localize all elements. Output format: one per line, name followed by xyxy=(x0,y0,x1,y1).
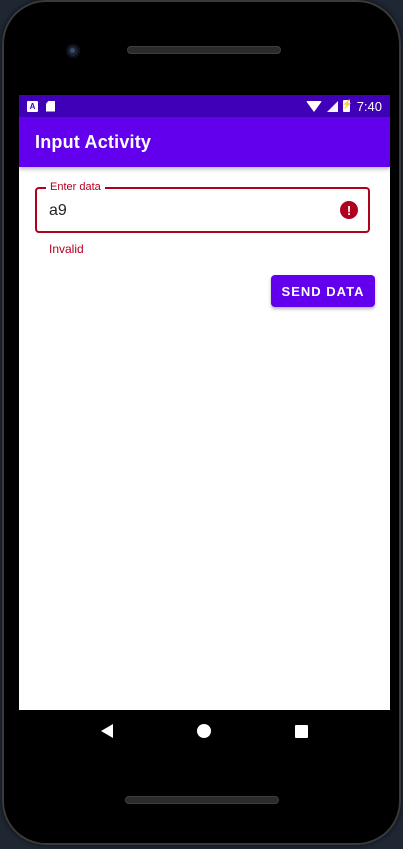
status-time: 7:40 xyxy=(356,98,382,114)
page-title: Input Activity xyxy=(35,131,152,152)
device-screen: A 7:40 Input Activity Enter data a9 ! In… xyxy=(19,95,390,710)
error-helper-text: Invalid xyxy=(49,242,84,256)
send-data-button[interactable]: SEND DATA xyxy=(271,275,375,307)
front-camera-icon xyxy=(66,44,80,58)
top-speaker xyxy=(127,46,281,54)
status-bar: A 7:40 xyxy=(19,95,390,117)
error-icon: ! xyxy=(340,201,358,219)
data-input-field[interactable]: Enter data a9 ! xyxy=(35,181,370,233)
notification-a-icon: A xyxy=(27,100,38,112)
battery-charging-icon xyxy=(342,99,353,112)
app-bar: Input Activity xyxy=(19,117,390,167)
system-nav-bar xyxy=(19,710,390,752)
sd-card-icon xyxy=(46,100,55,112)
main-content: Enter data a9 ! Invalid SEND DATA xyxy=(19,167,390,710)
background-ide-text-bottom xyxy=(0,838,403,849)
data-input-value[interactable]: a9 xyxy=(49,202,67,220)
recent-apps-icon[interactable] xyxy=(295,724,308,738)
bottom-speaker xyxy=(125,796,279,804)
back-icon[interactable] xyxy=(101,724,113,738)
home-icon[interactable] xyxy=(197,724,211,738)
wifi-icon xyxy=(305,100,322,112)
data-input-label: Enter data xyxy=(46,181,105,193)
cell-signal-icon xyxy=(326,100,338,112)
phone-frame: A 7:40 Input Activity Enter data a9 ! In… xyxy=(2,0,401,845)
